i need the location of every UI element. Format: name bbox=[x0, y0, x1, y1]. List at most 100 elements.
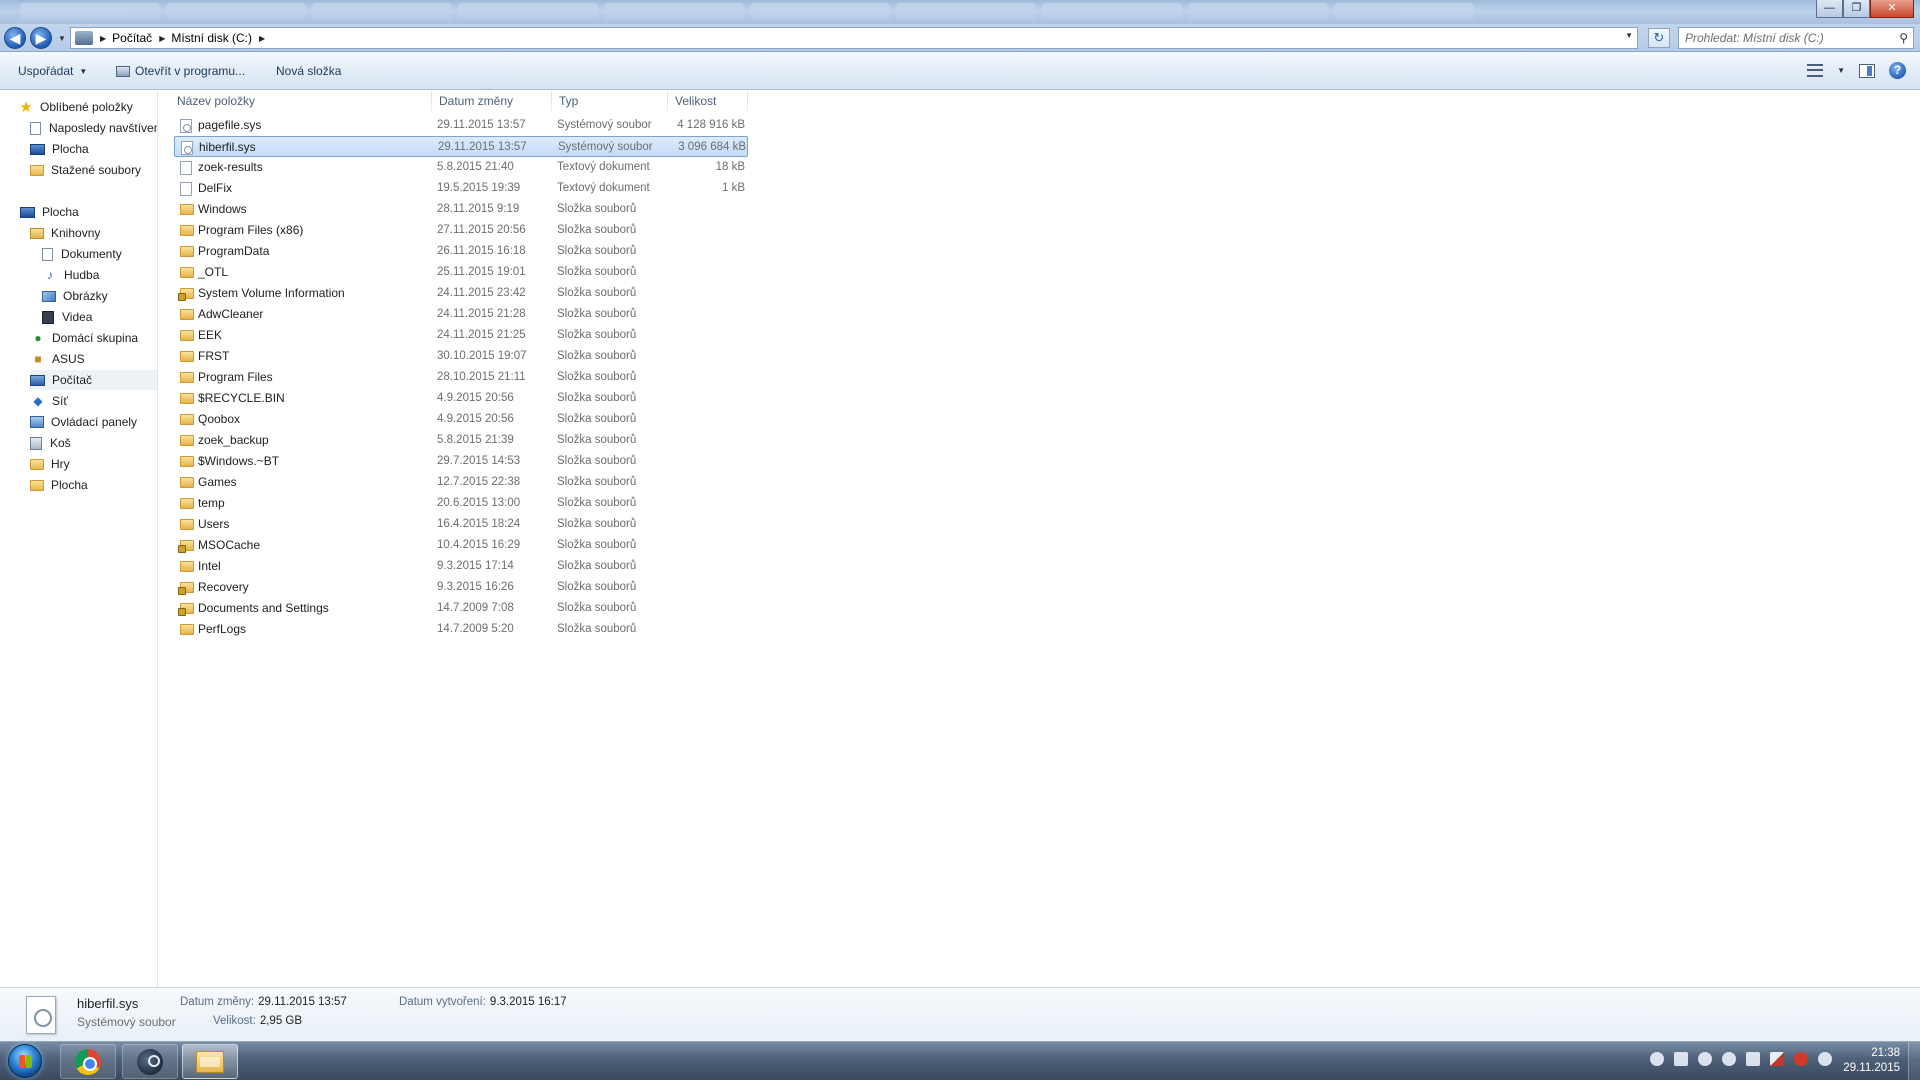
table-row[interactable]: temp 20.6.2015 13:00 Složka souborů bbox=[174, 493, 748, 514]
table-row[interactable]: pagefile.sys 29.11.2015 13:57 Systémový so… bbox=[174, 115, 748, 136]
address-field[interactable]: ▶ Počítač ▶ Místní disk (C:) ▶ ▼ bbox=[70, 27, 1638, 49]
close-button[interactable]: ✕ bbox=[1870, 0, 1914, 18]
nav-network[interactable]: ◆ Síť bbox=[30, 391, 157, 411]
nav-label: Knihovny bbox=[51, 226, 101, 240]
table-row[interactable]: Recovery 9.3.2015 16:26 Složka souborů bbox=[174, 577, 748, 598]
breadcrumb-separator-icon[interactable]: ▶ bbox=[259, 34, 265, 43]
search-icon[interactable]: ⚲ bbox=[1899, 31, 1908, 45]
nav-desktop[interactable]: Plocha bbox=[20, 202, 157, 222]
minimize-button[interactable]: — bbox=[1816, 0, 1843, 18]
search-box[interactable]: ⚲ bbox=[1678, 27, 1914, 49]
breadcrumb-local-disk[interactable]: Místní disk (C:) bbox=[171, 31, 252, 45]
table-row[interactable]: Games 12.7.2015 22:38 Složka souborů bbox=[174, 472, 748, 493]
table-row[interactable]: $RECYCLE.BIN 4.9.2015 20:56 Složka souborů bbox=[174, 388, 748, 409]
change-view-icon[interactable] bbox=[1807, 64, 1824, 77]
table-row[interactable]: PerfLogs 14.7.2009 5:20 Složka souborů bbox=[174, 619, 748, 640]
table-row[interactable]: EEK 24.11.2015 21:25 Složka souborů bbox=[174, 325, 748, 346]
file-size bbox=[673, 472, 745, 493]
nav-libraries[interactable]: Knihovny bbox=[30, 223, 157, 243]
nav-games[interactable]: Hry bbox=[30, 454, 157, 474]
refresh-button[interactable]: ↻ bbox=[1648, 28, 1670, 48]
ghost-tab bbox=[166, 3, 306, 21]
table-row[interactable]: Program Files (x86) 27.11.2015 20:56 Složk… bbox=[174, 220, 748, 241]
recent-locations-chevron-down-icon[interactable]: ▼ bbox=[58, 34, 66, 43]
table-row[interactable]: zoek_backup 5.8.2015 21:39 Složka souborů bbox=[174, 430, 748, 451]
show-desktop-button[interactable] bbox=[1908, 1042, 1920, 1080]
table-row[interactable]: Documents and Settings 14.7.2009 7:08 Slož… bbox=[174, 598, 748, 619]
action-center-flag-icon[interactable] bbox=[1770, 1052, 1784, 1066]
column-name[interactable]: Název položky bbox=[170, 91, 432, 111]
search-input[interactable] bbox=[1679, 28, 1887, 48]
nav-recycle-bin[interactable]: Koš bbox=[30, 433, 157, 453]
maximize-button[interactable]: ❐ bbox=[1843, 0, 1870, 18]
new-folder-button[interactable]: Nová složka bbox=[276, 64, 341, 78]
preview-pane-icon[interactable] bbox=[1859, 63, 1875, 78]
clock[interactable]: 21:38 29.11.2015 bbox=[1843, 1046, 1900, 1076]
computer-icon bbox=[30, 374, 45, 386]
open-with-button[interactable]: Otevřít v programu... bbox=[116, 64, 245, 78]
nav-music[interactable]: ♪ Hudba bbox=[42, 265, 157, 285]
steam-tray-icon[interactable] bbox=[1698, 1052, 1712, 1066]
table-row[interactable]: System Volume Information 24.11.2015 23:4… bbox=[174, 283, 748, 304]
nav-pictures[interactable]: Obrázky bbox=[42, 286, 157, 306]
windows-icon[interactable] bbox=[1674, 1052, 1688, 1066]
nav-label: Síť bbox=[52, 394, 68, 408]
file-type: Složka souborů bbox=[557, 329, 637, 341]
nav-recent-places[interactable]: Naposledy navštíven bbox=[30, 118, 157, 138]
help-icon[interactable]: ? bbox=[1889, 62, 1906, 79]
start-button[interactable] bbox=[8, 1044, 42, 1078]
nav-videos[interactable]: Videa bbox=[42, 307, 157, 327]
ghost-tab bbox=[1334, 3, 1474, 21]
nav-homegroup[interactable]: ● Domácí skupina bbox=[30, 328, 157, 348]
nav-desktop-favorite[interactable]: Plocha bbox=[30, 139, 157, 159]
table-row[interactable]: Intel 9.3.2015 17:14 Složka souborů bbox=[174, 556, 748, 577]
nav-documents[interactable]: Dokumenty bbox=[42, 244, 157, 264]
table-row[interactable]: _OTL 25.11.2015 19:01 Složka souborů bbox=[174, 262, 748, 283]
recent-places-icon bbox=[30, 121, 41, 135]
table-row[interactable]: FRST 30.10.2015 19:07 Složka souborů bbox=[174, 346, 748, 367]
table-row[interactable]: zoek-results 5.8.2015 21:40 Textový dokume… bbox=[174, 157, 748, 178]
table-row[interactable]: MSOCache 10.4.2015 16:29 Složka souborů bbox=[174, 535, 748, 556]
table-row[interactable]: Windows 28.11.2015 9:19 Složka souborů bbox=[174, 199, 748, 220]
table-row[interactable]: DelFix 19.5.2015 19:39 Textový dokument 1 k… bbox=[174, 178, 748, 199]
table-row[interactable]: Users 16.4.2015 18:24 Složka souborů bbox=[174, 514, 748, 535]
column-size[interactable]: Velikost bbox=[668, 91, 748, 111]
back-button[interactable]: ◀ bbox=[4, 27, 26, 49]
g-app-icon[interactable] bbox=[1722, 1052, 1736, 1066]
table-row[interactable]: Program Files 28.10.2015 21:11 Složka soub… bbox=[174, 367, 748, 388]
nav-computer[interactable]: Počítač bbox=[30, 370, 157, 390]
address-history-chevron-down-icon[interactable]: ▼ bbox=[1625, 31, 1633, 40]
table-row[interactable]: Qoobox 4.9.2015 20:56 Složka souborů bbox=[174, 409, 748, 430]
nav-asus[interactable]: ■ ASUS bbox=[30, 349, 157, 369]
view-options-chevron-down-icon[interactable]: ▼ bbox=[1837, 66, 1845, 75]
taskbar-chrome[interactable] bbox=[60, 1044, 116, 1079]
organize-button[interactable]: Uspořádat ▼ bbox=[18, 64, 87, 78]
forward-button[interactable]: ▶ bbox=[30, 27, 52, 49]
file-name: pagefile.sys bbox=[198, 118, 262, 132]
table-row[interactable]: $Windows.~BT 29.7.2015 14:53 Složka soubor… bbox=[174, 451, 748, 472]
breadcrumb-separator-icon[interactable]: ▶ bbox=[100, 34, 106, 43]
taskbar-steam[interactable] bbox=[122, 1044, 178, 1079]
chrome-tray-icon[interactable] bbox=[1794, 1052, 1808, 1066]
nav-desktop-folder[interactable]: Plocha bbox=[30, 475, 157, 495]
nav-favorites[interactable]: ★ Oblíbené položky bbox=[18, 97, 157, 117]
nav-control-panel[interactable]: Ovládací panely bbox=[30, 412, 157, 432]
column-type[interactable]: Typ bbox=[552, 91, 668, 111]
volume-icon[interactable] bbox=[1818, 1052, 1832, 1066]
breadcrumb-separator-icon[interactable]: ▶ bbox=[159, 34, 165, 43]
breadcrumb-computer[interactable]: Počítač bbox=[112, 31, 152, 45]
music-note-icon: ♪ bbox=[47, 268, 53, 282]
nav-downloads[interactable]: Stažené soubory bbox=[30, 160, 157, 180]
file-size bbox=[673, 556, 745, 577]
nav-label: Domácí skupina bbox=[52, 331, 139, 345]
table-row[interactable]: AdwCleaner 24.11.2015 21:28 Složka souborů bbox=[174, 304, 748, 325]
table-row[interactable]: hiberfil.sys 29.11.2015 13:57 Systémový so… bbox=[174, 136, 748, 157]
display-icon[interactable] bbox=[1746, 1052, 1760, 1066]
nav-label: Hry bbox=[51, 457, 70, 471]
notification-icon[interactable] bbox=[1650, 1052, 1664, 1066]
ghost-tab bbox=[458, 3, 598, 21]
table-row[interactable]: ProgramData 26.11.2015 16:18 Složka soubor… bbox=[174, 241, 748, 262]
taskbar-explorer[interactable] bbox=[182, 1044, 238, 1079]
text-file-icon bbox=[180, 161, 192, 175]
column-date-modified[interactable]: Datum změny bbox=[432, 91, 552, 111]
